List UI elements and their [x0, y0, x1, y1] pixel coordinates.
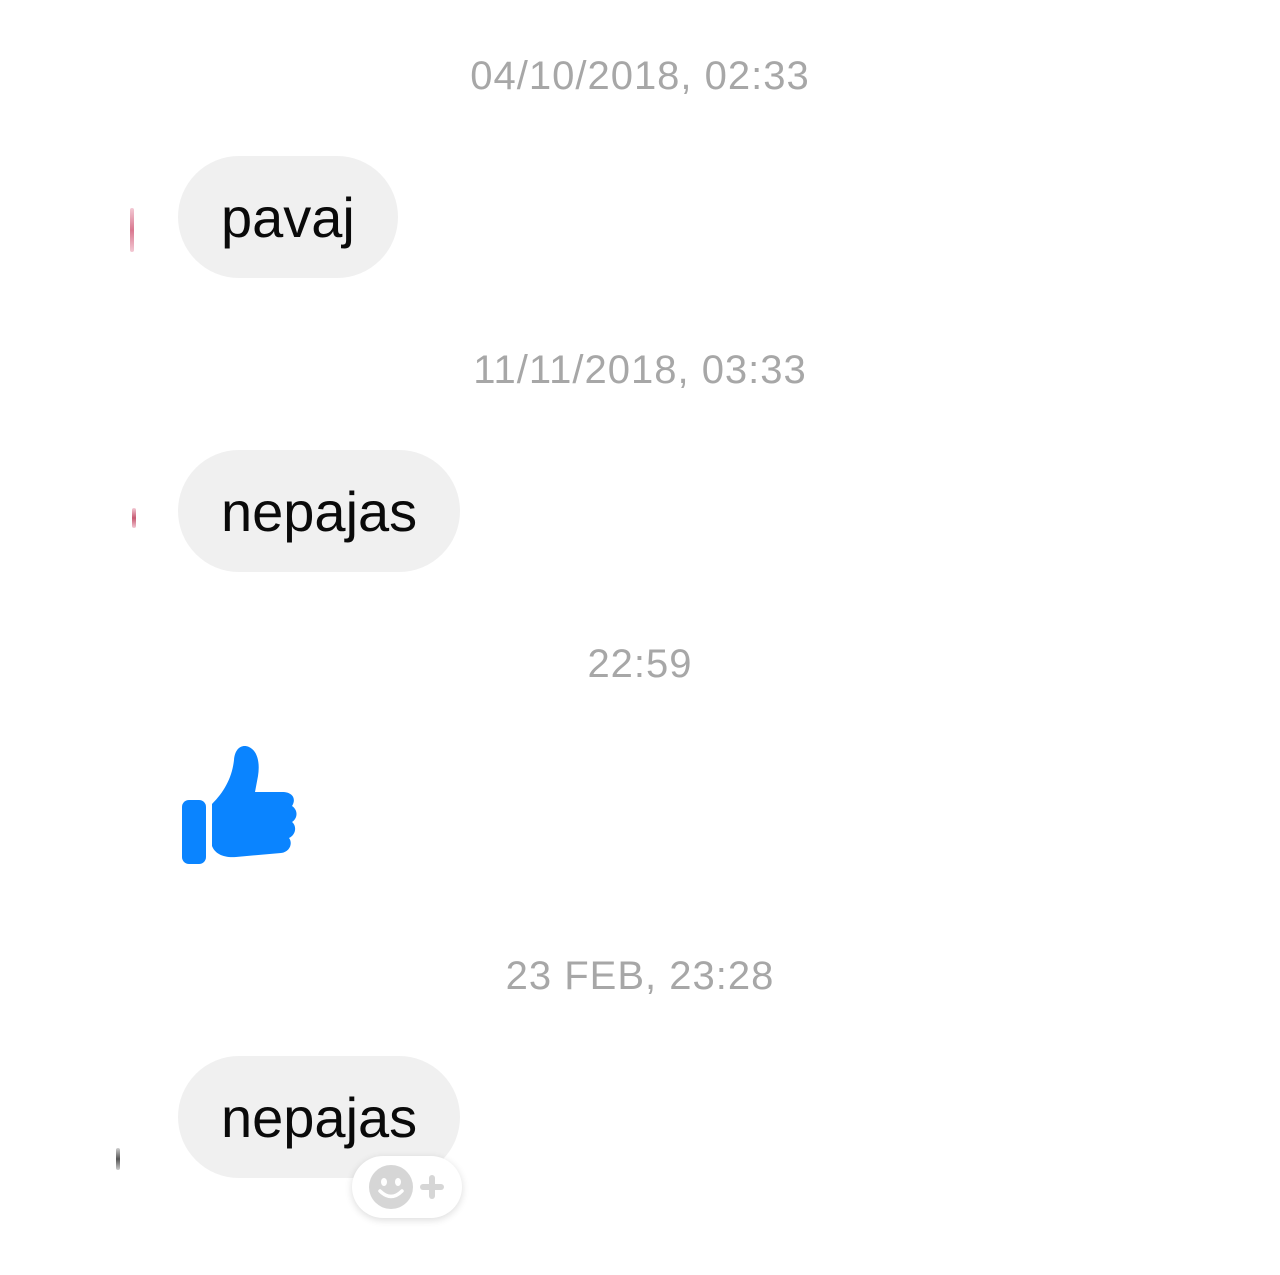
thumbs-up-icon[interactable] — [178, 742, 300, 868]
avatar[interactable] — [130, 208, 134, 252]
plus-icon — [418, 1173, 446, 1201]
message-text: nepajas — [221, 1085, 418, 1149]
avatar[interactable] — [132, 508, 136, 528]
timestamp: 04/10/2018, 02:33 — [470, 54, 810, 98]
add-reaction-button[interactable] — [352, 1156, 462, 1218]
message-text: pavaj — [221, 185, 355, 249]
avatar[interactable] — [116, 1148, 120, 1170]
message-bubble[interactable]: nepajas — [178, 450, 461, 572]
timestamp: 22:59 — [587, 642, 693, 686]
message-bubble[interactable]: pavaj — [178, 156, 398, 278]
smiley-icon — [368, 1164, 414, 1210]
timestamp: 11/11/2018, 03:33 — [473, 348, 807, 392]
timestamp: 23 FEB, 23:28 — [505, 954, 775, 998]
message-text: nepajas — [221, 479, 418, 543]
